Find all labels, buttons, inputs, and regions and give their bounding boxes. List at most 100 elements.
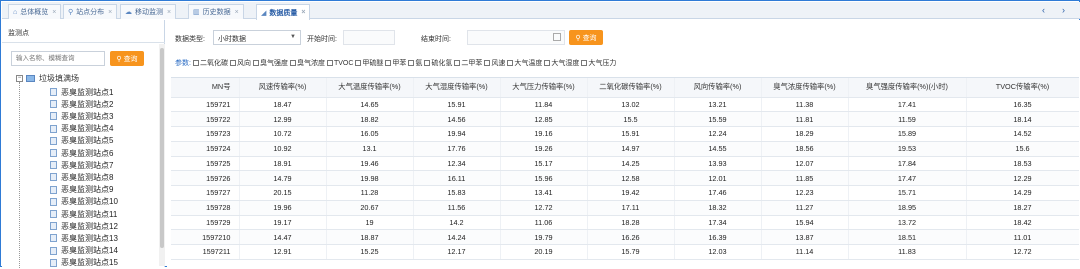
checkbox-box[interactable]	[544, 60, 551, 66]
tree-item-station[interactable]: 恶臭监测站点13	[50, 232, 118, 244]
table-cell: 12.23	[761, 185, 849, 201]
param-checkbox[interactable]: TVOC	[326, 58, 353, 68]
start-time-input[interactable]	[343, 30, 395, 45]
checkbox-box[interactable]	[252, 60, 259, 66]
checkbox-box[interactable]	[229, 60, 236, 66]
tab-history-data[interactable]: ▥ 历史数据 ×	[188, 4, 244, 19]
calendar-icon[interactable]	[553, 33, 561, 41]
param-label: 二甲苯	[461, 60, 483, 67]
column-header[interactable]: 大气压力传输率(%)	[500, 78, 588, 98]
tree-item-station[interactable]: 恶臭监测站点12	[50, 220, 118, 232]
table-row[interactable]: 159721 18.47 14.65 15.91 11.84 13.02 13.21 11.3…	[171, 97, 1079, 113]
table-cell: 13.21	[674, 97, 762, 113]
checkbox-box[interactable]	[408, 60, 415, 66]
table-cell: 1597210	[171, 229, 240, 245]
table-cell: 19.53	[848, 141, 967, 157]
param-checkbox[interactable]: 硫化氢	[424, 58, 452, 68]
checkbox-box[interactable]	[507, 60, 514, 66]
close-icon[interactable]: ×	[301, 9, 305, 16]
tree-item-station[interactable]: 恶臭监测站点5	[50, 135, 113, 147]
tab-prev-button[interactable]: ‹	[1042, 5, 1045, 15]
checkbox-box[interactable]	[581, 60, 588, 66]
table-row[interactable]: 159726 14.79 19.98 16.11 15.96 12.58 12.01 11.8…	[171, 170, 1079, 186]
column-header[interactable]: 风向传输率(%)	[674, 78, 762, 98]
tree-item-station[interactable]: 恶臭监测站点11	[50, 208, 117, 220]
collapse-icon[interactable]: −	[16, 74, 23, 82]
scrollbar-thumb[interactable]	[160, 48, 164, 248]
table-cell: 15.96	[500, 170, 588, 186]
param-checkbox[interactable]: 甲苯	[385, 58, 406, 68]
param-checkbox[interactable]: 甲硫醚	[355, 58, 383, 68]
station-search-input[interactable]	[11, 51, 105, 66]
param-checkbox[interactable]: 风速	[484, 58, 505, 68]
tab-mobile-monitoring[interactable]: ☁ 移动监测 ×	[120, 4, 177, 19]
table-row[interactable]: 159725 18.91 19.46 12.34 15.17 14.25 13.93 12.0…	[171, 156, 1079, 172]
table-row[interactable]: 1597210 14.47 18.87 14.24 19.79 16.26 16.39 13.…	[171, 229, 1079, 245]
param-checkbox[interactable]: 风向	[229, 58, 251, 68]
column-header[interactable]: 风速传输率(%)	[239, 78, 327, 98]
checkbox-box[interactable]	[424, 60, 431, 66]
param-checkbox[interactable]: 大气湿度	[544, 58, 579, 68]
column-header[interactable]: TVOC传输率(%)	[966, 78, 1079, 98]
tree-item-station[interactable]: 恶臭监测站点14	[50, 245, 118, 257]
tree-item-station[interactable]: 恶臭监测站点2	[50, 98, 113, 110]
column-header[interactable]: 大气湿度传输率(%)	[413, 78, 501, 98]
tree-item-station[interactable]: 恶臭监测站点4	[50, 123, 113, 135]
column-header[interactable]: 臭气浓度传输率(%)	[761, 78, 849, 98]
tree-item-label: 恶臭监测站点14	[61, 246, 118, 256]
param-checkbox[interactable]: 大气温度	[507, 58, 542, 68]
param-checkbox[interactable]: 臭气强度	[252, 58, 288, 68]
data-type-select[interactable]: 小时数据 ▼	[213, 30, 301, 45]
tree-item-station[interactable]: 恶臭监测站点7	[50, 159, 113, 171]
panel-scrollbar[interactable]	[159, 44, 165, 266]
checkbox-box[interactable]	[385, 60, 392, 66]
end-time-input[interactable]	[467, 30, 565, 45]
table-cell: 12.99	[239, 111, 327, 127]
tab-overview[interactable]: ⌂ 总体概览 ×	[8, 4, 62, 19]
tree-item-station[interactable]: 恶臭监测站点10	[50, 196, 118, 208]
tree-item-station[interactable]: 恶臭监测站点9	[50, 184, 113, 196]
tree-root-node[interactable]: − 垃圾填满场	[16, 72, 79, 84]
table-row[interactable]: 159728 19.96 20.67 11.56 12.72 17.11 18.32 11.2…	[171, 200, 1079, 216]
tree-item-station[interactable]: 恶臭监测站点8	[50, 171, 113, 183]
table-cell: 15.5	[587, 111, 675, 127]
checkbox-box[interactable]	[454, 60, 461, 66]
param-checkbox[interactable]: 大气压力	[581, 58, 616, 68]
station-search-button[interactable]: ⚲ 查询	[110, 51, 144, 66]
document-icon	[50, 100, 57, 109]
param-checkbox[interactable]: 二甲苯	[454, 58, 482, 68]
tab-next-button[interactable]: ›	[1062, 5, 1065, 15]
close-icon[interactable]: ×	[167, 9, 171, 16]
tab-data-quality[interactable]: ◢ 数据质量 ×	[256, 4, 311, 20]
checkbox-box[interactable]	[355, 60, 362, 66]
column-header[interactable]: 大气温度传输率(%)	[326, 78, 414, 98]
table-row[interactable]: 159729 19.17 19 14.2 11.06 18.28 17.34 15.94 13.…	[171, 215, 1079, 231]
checkbox-box[interactable]	[289, 60, 296, 66]
table-row[interactable]: 159724 10.92 13.1 17.76 19.26 14.97 14.55 18.56…	[171, 141, 1079, 157]
tree-item-station[interactable]: 恶臭监测站点3	[50, 110, 113, 122]
tab-station-distribution[interactable]: ⚲ 站点分布 ×	[63, 4, 118, 19]
close-icon[interactable]: ×	[108, 9, 112, 16]
table-row[interactable]: 1597211 12.91 15.25 12.17 20.19 15.79 12.03 11.…	[171, 244, 1079, 260]
table-row[interactable]: 159723 10.72 16.05 19.94 19.16 15.91 12.24 18.2…	[171, 126, 1079, 142]
column-header[interactable]: MN号	[171, 78, 240, 98]
column-header[interactable]: 臭气强度传输率(%)(小时)	[848, 78, 967, 98]
table-row[interactable]: 159722 12.99 18.82 14.56 12.85 15.5 15.59 11.81…	[171, 111, 1079, 127]
table-cell: 14.79	[239, 170, 327, 186]
close-icon[interactable]: ×	[52, 9, 56, 16]
checkbox-box[interactable]	[192, 60, 199, 66]
checkbox-box[interactable]	[484, 60, 491, 66]
param-checkbox[interactable]: 二氧化碳	[192, 58, 228, 68]
table-cell: 13.02	[587, 97, 675, 113]
table-row[interactable]: 159727 20.15 11.28 15.83 13.41 19.42 17.46 12.2…	[171, 185, 1079, 201]
tree-item-station[interactable]: 恶臭监测站点6	[50, 147, 113, 159]
param-checkbox[interactable]: 臭气浓度	[289, 58, 325, 68]
checkbox-box[interactable]	[326, 60, 333, 66]
close-icon[interactable]: ×	[235, 9, 239, 16]
query-button[interactable]: ⚲ 查询	[569, 30, 603, 45]
tree-item-label: 恶臭监测站点2	[61, 99, 114, 109]
column-header[interactable]: 二氧化碳传输率(%)	[587, 78, 675, 98]
param-checkbox[interactable]: 氨	[408, 58, 422, 68]
tree-item-station[interactable]: 恶臭监测站点1	[50, 86, 113, 98]
home-icon: ⌂	[13, 8, 18, 16]
